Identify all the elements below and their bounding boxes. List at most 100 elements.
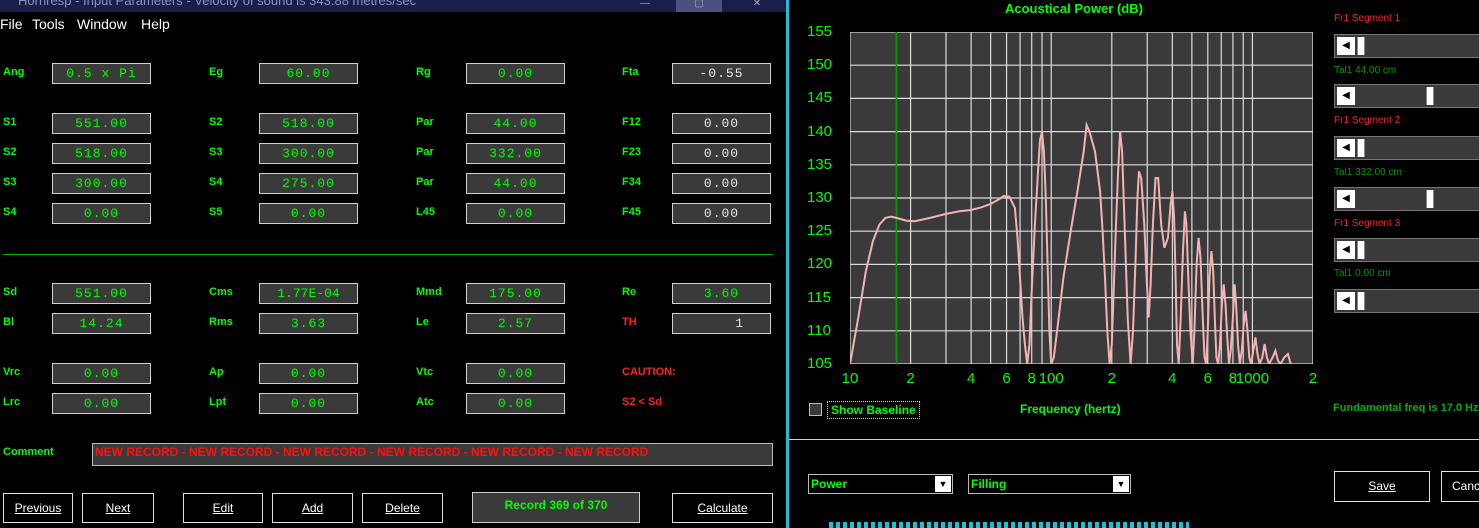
param-field[interactable]: 551.00 (52, 283, 151, 304)
slider-thumb[interactable] (1357, 292, 1365, 310)
param-field[interactable]: 1.77E-04 (259, 283, 358, 304)
param-field[interactable]: 0.00 (672, 113, 771, 134)
y-tick-label: 115 (807, 288, 831, 306)
param-field[interactable]: 0.00 (259, 203, 358, 224)
slider-thumb[interactable] (1357, 37, 1365, 55)
chart-title: Acoustical Power (dB) (1005, 1, 1143, 16)
param-field[interactable]: 0.00 (672, 203, 771, 224)
param-field[interactable]: 300.00 (52, 173, 151, 194)
section-divider (3, 254, 773, 255)
y-tick-label: 110 (807, 321, 831, 339)
show-baseline-label[interactable]: Show Baseline (827, 401, 920, 419)
slider-thumb[interactable] (1426, 190, 1435, 208)
param-field[interactable]: 60.00 (259, 63, 358, 84)
param-field[interactable]: 3.63 (259, 313, 358, 334)
param-field[interactable]: -0.55 (672, 63, 771, 84)
param-label: Vtc (416, 366, 434, 378)
segment-slider[interactable]: ◀ (1334, 289, 1479, 313)
param-field[interactable]: 518.00 (52, 143, 151, 164)
power-select-value: Power (811, 477, 848, 491)
segment-length: Tal1 44.00 cm (1334, 65, 1397, 76)
cancel-button[interactable]: Cancel (1441, 471, 1479, 502)
param-field[interactable]: 551.00 (52, 113, 151, 134)
chevron-down-icon[interactable]: ▼ (935, 476, 951, 492)
menu-window[interactable]: Window (77, 16, 127, 32)
param-label: Cms (209, 286, 233, 298)
minimize-button[interactable]: — (622, 0, 668, 12)
param-field[interactable]: 44.00 (466, 173, 565, 194)
param-field[interactable]: 518.00 (259, 113, 358, 134)
param-label: Ang (3, 66, 25, 78)
segment-slider[interactable]: ◀ (1334, 136, 1479, 160)
calculate-button[interactable]: Calculate (672, 493, 773, 523)
slider-thumb[interactable] (1357, 139, 1365, 157)
param-field[interactable]: 0.00 (52, 393, 151, 414)
menu-help[interactable]: Help (141, 16, 170, 32)
param-field[interactable]: 332.00 (466, 143, 565, 164)
chevron-left-icon[interactable]: ◀ (1337, 37, 1355, 55)
segment-slider[interactable]: ◀ (1334, 84, 1479, 108)
segment-slider[interactable]: ◀ (1334, 187, 1479, 211)
param-field[interactable]: 175.00 (466, 283, 565, 304)
restore-button[interactable]: ▢ (676, 0, 722, 12)
next-button[interactable]: Next (82, 493, 154, 523)
comment-field[interactable]: NEW RECORD - NEW RECORD - NEW RECORD - N… (92, 443, 773, 466)
caution-message: S2 < Sd (622, 396, 663, 408)
param-field[interactable]: 0.00 (52, 363, 151, 384)
segment-slider[interactable]: ◀ (1334, 34, 1479, 58)
close-button[interactable]: ✕ (734, 0, 780, 12)
x-tick-label: 2 (906, 370, 915, 387)
filling-select-value: Filling (971, 477, 1007, 491)
param-field[interactable]: 275.00 (259, 173, 358, 194)
edit-button[interactable]: Edit (183, 493, 263, 523)
fundamental-frequency: Fundamental freq is 17.0 Hz (1333, 402, 1479, 414)
param-field[interactable]: 0.00 (259, 393, 358, 414)
param-label: Par (416, 176, 434, 188)
param-field[interactable]: 14.24 (52, 313, 151, 334)
slider-thumb[interactable] (1357, 241, 1365, 259)
menu-tools[interactable]: Tools (32, 16, 65, 32)
delete-button[interactable]: Delete (362, 493, 443, 523)
param-field[interactable]: 0.00 (259, 363, 358, 384)
filling-select[interactable]: Filling ▼ (968, 474, 1131, 494)
param-label: TH (622, 316, 637, 328)
param-field[interactable]: 0.00 (672, 173, 771, 194)
chevron-left-icon[interactable]: ◀ (1337, 241, 1355, 259)
param-label: S5 (209, 206, 223, 218)
chevron-left-icon[interactable]: ◀ (1337, 87, 1355, 105)
power-select[interactable]: Power ▼ (808, 474, 953, 494)
param-field[interactable]: 0.00 (672, 143, 771, 164)
param-field[interactable]: 0.00 (52, 203, 151, 224)
chevron-down-icon[interactable]: ▼ (1113, 476, 1129, 492)
previous-button[interactable]: Previous (3, 493, 73, 523)
param-field[interactable]: 0.00 (466, 63, 565, 84)
chevron-left-icon[interactable]: ◀ (1337, 292, 1355, 310)
param-field[interactable]: 0.00 (466, 363, 565, 384)
param-label: S2 (209, 116, 223, 128)
chevron-left-icon[interactable]: ◀ (1337, 190, 1355, 208)
taskbar-strip (829, 522, 1189, 528)
save-button[interactable]: Save (1334, 471, 1430, 502)
caution-title: CAUTION: (622, 366, 676, 378)
segment-length: Tal1 332.00 cm (1334, 167, 1402, 178)
slider-thumb[interactable] (1426, 87, 1435, 105)
param-label: Par (416, 116, 434, 128)
param-field[interactable]: 0.00 (466, 203, 565, 224)
menu-file[interactable]: File (0, 16, 23, 32)
param-field[interactable]: 3.60 (672, 283, 771, 304)
x-tick-label: 100 (1038, 370, 1064, 387)
param-field[interactable]: 2.57 (466, 313, 565, 334)
window-title: Hornresp - Input Parameters - Velocity o… (18, 0, 417, 8)
param-field[interactable]: 300.00 (259, 143, 358, 164)
param-label: S4 (209, 176, 223, 188)
param-field[interactable]: 0.5 x Pi (52, 63, 151, 84)
add-button[interactable]: Add (272, 493, 353, 523)
y-tick-label: 120 (807, 255, 833, 273)
param-field[interactable]: 0.00 (466, 393, 565, 414)
param-label: Ap (209, 366, 224, 378)
show-baseline-checkbox[interactable] (809, 403, 822, 416)
segment-slider[interactable]: ◀ (1334, 238, 1479, 262)
param-field[interactable]: 1 (672, 313, 771, 334)
param-field[interactable]: 44.00 (466, 113, 565, 134)
chevron-left-icon[interactable]: ◀ (1337, 139, 1355, 157)
